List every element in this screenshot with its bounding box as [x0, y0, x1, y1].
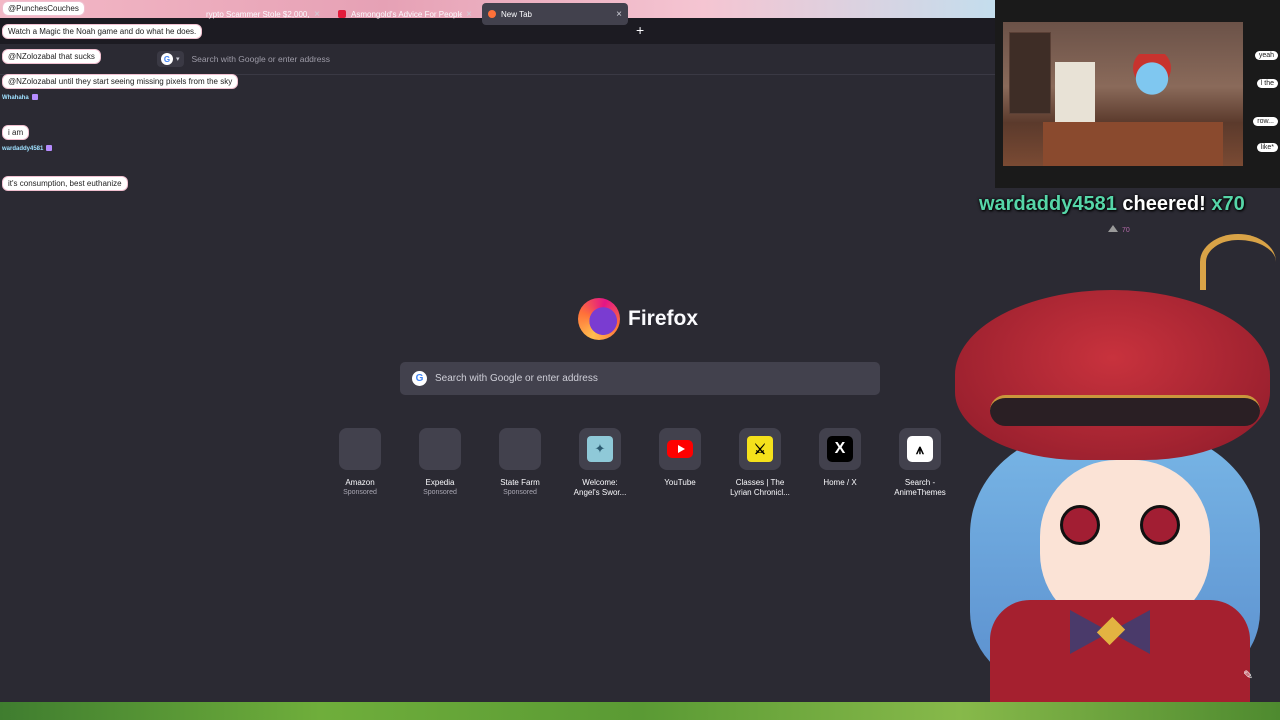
- stream-backdrop-bottom: [0, 702, 1280, 720]
- youtube-favicon-icon: [338, 10, 346, 18]
- tile-title-line2: Angel's Swor...: [573, 488, 627, 497]
- top-sites: Amazon Sponsored Expedia Sponsored State…: [328, 428, 952, 508]
- chat-message: Watch a Magic the Noah game and do what …: [2, 24, 203, 39]
- cheer-user: wardaddy4581: [979, 193, 1117, 215]
- avatar-mini: [1125, 54, 1179, 124]
- google-icon: G: [412, 371, 427, 386]
- new-tab-button[interactable]: +: [636, 22, 644, 38]
- top-site-youtube[interactable]: YouTube: [648, 428, 712, 488]
- side-chat-message: like*: [1256, 143, 1278, 152]
- top-site-amazon[interactable]: Amazon Sponsored: [328, 428, 392, 497]
- chat-message: i am: [2, 125, 30, 140]
- chat-user: @PunchesCouches: [2, 1, 85, 16]
- tab-label: Asmongold's Advice For People: [351, 9, 463, 19]
- side-chat: yeah l the row... like*: [1246, 15, 1280, 190]
- tile-subtitle: Sponsored: [503, 489, 537, 496]
- side-chat-message: l the: [1256, 79, 1278, 88]
- top-site-animethemes[interactable]: ⩚ Search - AnimeThemes: [888, 428, 952, 498]
- tile-title: YouTube: [664, 478, 696, 487]
- tile-title-line2: AnimeThemes: [894, 488, 946, 497]
- tile-title: State Farm: [500, 478, 540, 487]
- angel-icon: ✦: [587, 436, 613, 462]
- firefox-brand: Firefox: [578, 298, 698, 340]
- tab-label: New Tab: [501, 9, 532, 19]
- firefox-favicon-icon: [488, 10, 496, 18]
- avatar-eye: [1060, 505, 1100, 545]
- tile-title-line2: Lyrian Chronicl...: [730, 488, 790, 497]
- side-chat-message: yeah: [1254, 51, 1278, 60]
- tile-title: Welcome:: [582, 478, 618, 487]
- avatar-hat-band: [990, 395, 1260, 426]
- camera-scene: [1003, 22, 1243, 166]
- top-site-state-farm[interactable]: State Farm Sponsored: [488, 428, 552, 497]
- tile-icon-box: [499, 428, 541, 470]
- tile-icon-box: X: [819, 428, 861, 470]
- cheer-amount: x70: [1211, 193, 1245, 215]
- tab-asmongold[interactable]: Asmongold's Advice For People ×: [332, 3, 478, 25]
- badge-icon: [46, 145, 53, 152]
- top-site-lyrian[interactable]: ⚔ Classes | The Lyrian Chronicl...: [728, 428, 792, 498]
- side-chat-message: row...: [1253, 117, 1278, 126]
- close-icon[interactable]: ×: [314, 9, 320, 20]
- tab-new-tab[interactable]: New Tab ×: [482, 3, 628, 25]
- url-bar[interactable]: G ▾ Search with Google or enter address: [152, 48, 990, 70]
- cheer-alert: wardaddy4581 cheered! x70: [979, 193, 1245, 216]
- search-placeholder: Search with Google or enter address: [435, 373, 598, 384]
- tile-icon-box: ⩚: [899, 428, 941, 470]
- tile-title: Expedia: [425, 478, 455, 487]
- avatar-hat: [955, 290, 1270, 460]
- tile-icon-box: [339, 428, 381, 470]
- chat-message: it's consumption, best euthanize: [2, 176, 128, 191]
- top-site-expedia[interactable]: Expedia Sponsored: [408, 428, 472, 497]
- animethemes-icon: ⩚: [907, 436, 933, 462]
- tile-title: Amazon: [345, 478, 375, 487]
- chat-user: wardaddy4581: [2, 146, 44, 152]
- tile-icon-box: [659, 428, 701, 470]
- lyrian-icon: ⚔: [747, 436, 773, 462]
- tile-subtitle: Sponsored: [423, 489, 457, 496]
- chat-user: Whahaha: [2, 95, 29, 101]
- top-site-x[interactable]: X Home / X: [808, 428, 872, 488]
- tile-title: Search -: [904, 478, 936, 487]
- stream-camera-panel: [995, 0, 1280, 188]
- tile-icon-box: ⚔: [739, 428, 781, 470]
- badge-icon: [31, 94, 38, 101]
- close-icon[interactable]: ×: [466, 9, 472, 20]
- tile-title: Classes | The: [735, 478, 785, 487]
- youtube-icon: [667, 440, 693, 458]
- tile-subtitle: Sponsored: [343, 489, 377, 496]
- search-input[interactable]: G Search with Google or enter address: [400, 362, 880, 395]
- cheer-text: cheered!: [1116, 193, 1212, 215]
- tile-icon-box: [419, 428, 461, 470]
- vtuber-avatar: [950, 230, 1280, 720]
- tile-icon-box: ✦: [579, 428, 621, 470]
- tile-title: Home / X: [823, 478, 857, 487]
- brand-wordmark: Firefox: [628, 307, 699, 330]
- bookshelf: [1009, 32, 1051, 114]
- top-site-angels-sword[interactable]: ✦ Welcome: Angel's Swor...: [568, 428, 632, 498]
- close-icon[interactable]: ×: [616, 9, 622, 20]
- paper-stack: [1055, 62, 1095, 122]
- stream-chat-overlay: @PunchesCouches Watch a Magic the Noah g…: [0, 0, 260, 200]
- chat-message: @NZolozabal that sucks: [2, 49, 101, 64]
- firefox-logo-icon: [578, 298, 620, 340]
- pencil-icon[interactable]: ✎: [1243, 668, 1253, 682]
- avatar-eye: [1140, 505, 1180, 545]
- chat-message: @NZolozabal until they start seeing miss…: [2, 74, 239, 89]
- desk: [1043, 122, 1223, 166]
- x-icon: X: [827, 436, 853, 462]
